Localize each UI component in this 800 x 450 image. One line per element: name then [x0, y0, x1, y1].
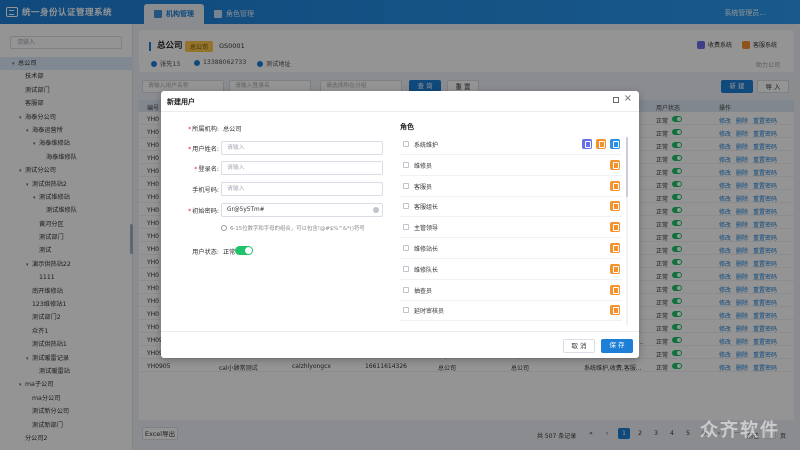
phone-label: 手机号码:	[192, 187, 219, 194]
purple-system-icon	[582, 139, 592, 149]
role-checkbox[interactable]	[403, 286, 409, 293]
new-user-dialog: 新建用户 × *所属机构: 总公司 *用户姓名: 请输入 *登录名: 请输入 手…	[161, 91, 639, 358]
info-icon	[221, 225, 227, 231]
orange-system-icon	[610, 222, 620, 233]
password-label: *初始密码:	[188, 208, 219, 215]
role-item[interactable]: 延时审核员	[400, 301, 622, 322]
orange-system-icon	[596, 139, 606, 149]
role-item[interactable]: 客服组长	[400, 197, 622, 218]
role-checkbox[interactable]	[403, 141, 409, 147]
role-item[interactable]: 系统维护	[400, 135, 622, 155]
role-checkbox[interactable]	[403, 203, 409, 210]
role-item[interactable]: 抽查员	[400, 281, 622, 301]
maximize-icon[interactable]	[613, 97, 619, 103]
close-icon[interactable]: ×	[624, 93, 632, 105]
login-input[interactable]: 请输入	[221, 161, 383, 175]
password-hint: 6-15位数字和字母的组合，可以包含!@#$%^&*()符号	[221, 224, 365, 232]
role-list-scrollbar[interactable]	[626, 137, 628, 325]
role-checkbox[interactable]	[403, 182, 409, 189]
role-item[interactable]: 维修员	[400, 156, 622, 176]
role-item[interactable]: 客服员	[400, 177, 622, 197]
orange-system-icon	[610, 180, 620, 191]
role-item[interactable]: 维修队长	[400, 260, 622, 280]
role-list: 系统维护 维修员 客服员 客服组长 主管领导 维修站长 维修队长 抽查员 延时审核员	[400, 135, 628, 327]
divider	[161, 331, 639, 332]
role-checkbox[interactable]	[403, 307, 409, 314]
role-checkbox[interactable]	[403, 224, 409, 231]
orange-system-icon	[610, 263, 620, 274]
role-item[interactable]: 维修站长	[400, 239, 622, 259]
watermark: 众齐软件	[700, 420, 780, 441]
org-value: 总公司	[223, 126, 242, 133]
name-label: *用户姓名:	[188, 146, 219, 153]
role-checkbox[interactable]	[403, 161, 409, 168]
status-label: 用户状态:	[192, 249, 219, 256]
divider	[161, 111, 639, 112]
orange-system-icon	[610, 243, 620, 253]
cancel-button[interactable]: 取 消	[563, 339, 595, 353]
role-checkbox[interactable]	[403, 265, 409, 272]
role-item[interactable]: 主管领导	[400, 218, 622, 239]
role-checkbox[interactable]	[403, 245, 409, 251]
clear-icon[interactable]	[373, 207, 379, 213]
login-label: *登录名:	[194, 166, 219, 173]
orange-system-icon	[610, 284, 620, 295]
org-label: *所属机构:	[188, 126, 219, 133]
status-toggle[interactable]	[235, 246, 253, 255]
blue-system-icon	[610, 139, 620, 149]
orange-system-icon	[610, 159, 620, 170]
name-input[interactable]: 请输入	[221, 141, 383, 155]
password-input[interactable]: Gr@5y5Tm#	[221, 203, 383, 217]
status-value: 正常	[223, 249, 236, 256]
phone-input[interactable]: 请输入	[221, 182, 383, 196]
roles-title: 角色	[400, 123, 414, 131]
orange-system-icon	[610, 305, 620, 316]
save-button[interactable]: 保 存	[601, 339, 633, 353]
orange-system-icon	[610, 201, 620, 212]
dialog-title: 新建用户	[167, 98, 195, 106]
